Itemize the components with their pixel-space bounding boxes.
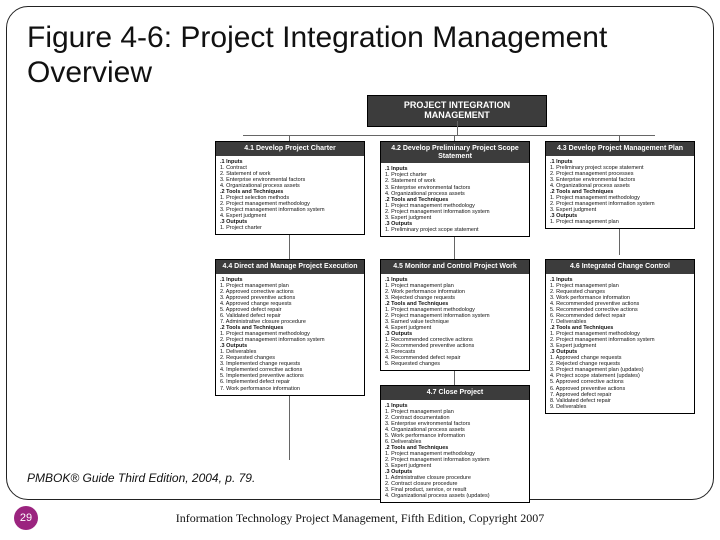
box-4-5: 4.5 Monitor and Control Project Work.1 I… [380,259,530,371]
box-header: 4.6 Integrated Change Control [546,260,694,274]
box-body: .1 Inputs1. Project management plan2. Re… [546,274,694,413]
section-item: 9. Deliverables [550,404,690,410]
page-title: Figure 4-6: Project Integration Manageme… [27,21,693,90]
section-item: 5. Requested changes [385,361,525,367]
section-item: 1. Project charter [220,225,360,231]
slide-frame: Figure 4-6: Project Integration Manageme… [6,6,714,500]
box-4-7: 4.7 Close Project.1 Inputs1. Project man… [380,385,530,503]
box-4-3: 4.3 Develop Project Management Plan.1 In… [545,141,695,229]
box-body: .1 Inputs1. Contract2. Statement of work… [216,156,364,235]
box-body: .1 Inputs1. Project management plan2. Wo… [381,274,529,371]
box-body: .1 Inputs1. Project charter2. Statement … [381,163,529,236]
section-item: 1. Preliminary project scope statement [385,227,525,233]
section-item: 7. Work performance information [220,386,360,392]
box-4-2: 4.2 Develop Preliminary Project Scope St… [380,141,530,237]
box-body: .1 Inputs1. Project management plan2. Co… [381,400,529,503]
citation: PMBOK® Guide Third Edition, 2004, p. 79. [27,471,255,485]
box-header: 4.3 Develop Project Management Plan [546,142,694,156]
box-body: .1 Inputs1. Preliminary project scope st… [546,156,694,229]
diagram: PROJECT INTEGRATION MANAGEMENT 4.1 Devel… [207,95,699,455]
box-4-6: 4.6 Integrated Change Control.1 Inputs1.… [545,259,695,414]
section-item: 4. Organizational process assets (update… [385,493,525,499]
box-4-1: 4.1 Develop Project Charter.1 Inputs1. C… [215,141,365,235]
box-header: 4.5 Monitor and Control Project Work [381,260,529,274]
box-body: .1 Inputs1. Project management plan2. Ap… [216,274,364,395]
box-header: 4.4 Direct and Manage Project Execution [216,260,364,274]
box-header: 4.2 Develop Preliminary Project Scope St… [381,142,529,163]
box-header: 4.1 Develop Project Charter [216,142,364,156]
box-4-4: 4.4 Direct and Manage Project Execution.… [215,259,365,396]
box-header: 4.7 Close Project [381,386,529,400]
section-item: 1. Project management plan [550,219,690,225]
footer-text: Information Technology Project Managemen… [0,511,720,526]
